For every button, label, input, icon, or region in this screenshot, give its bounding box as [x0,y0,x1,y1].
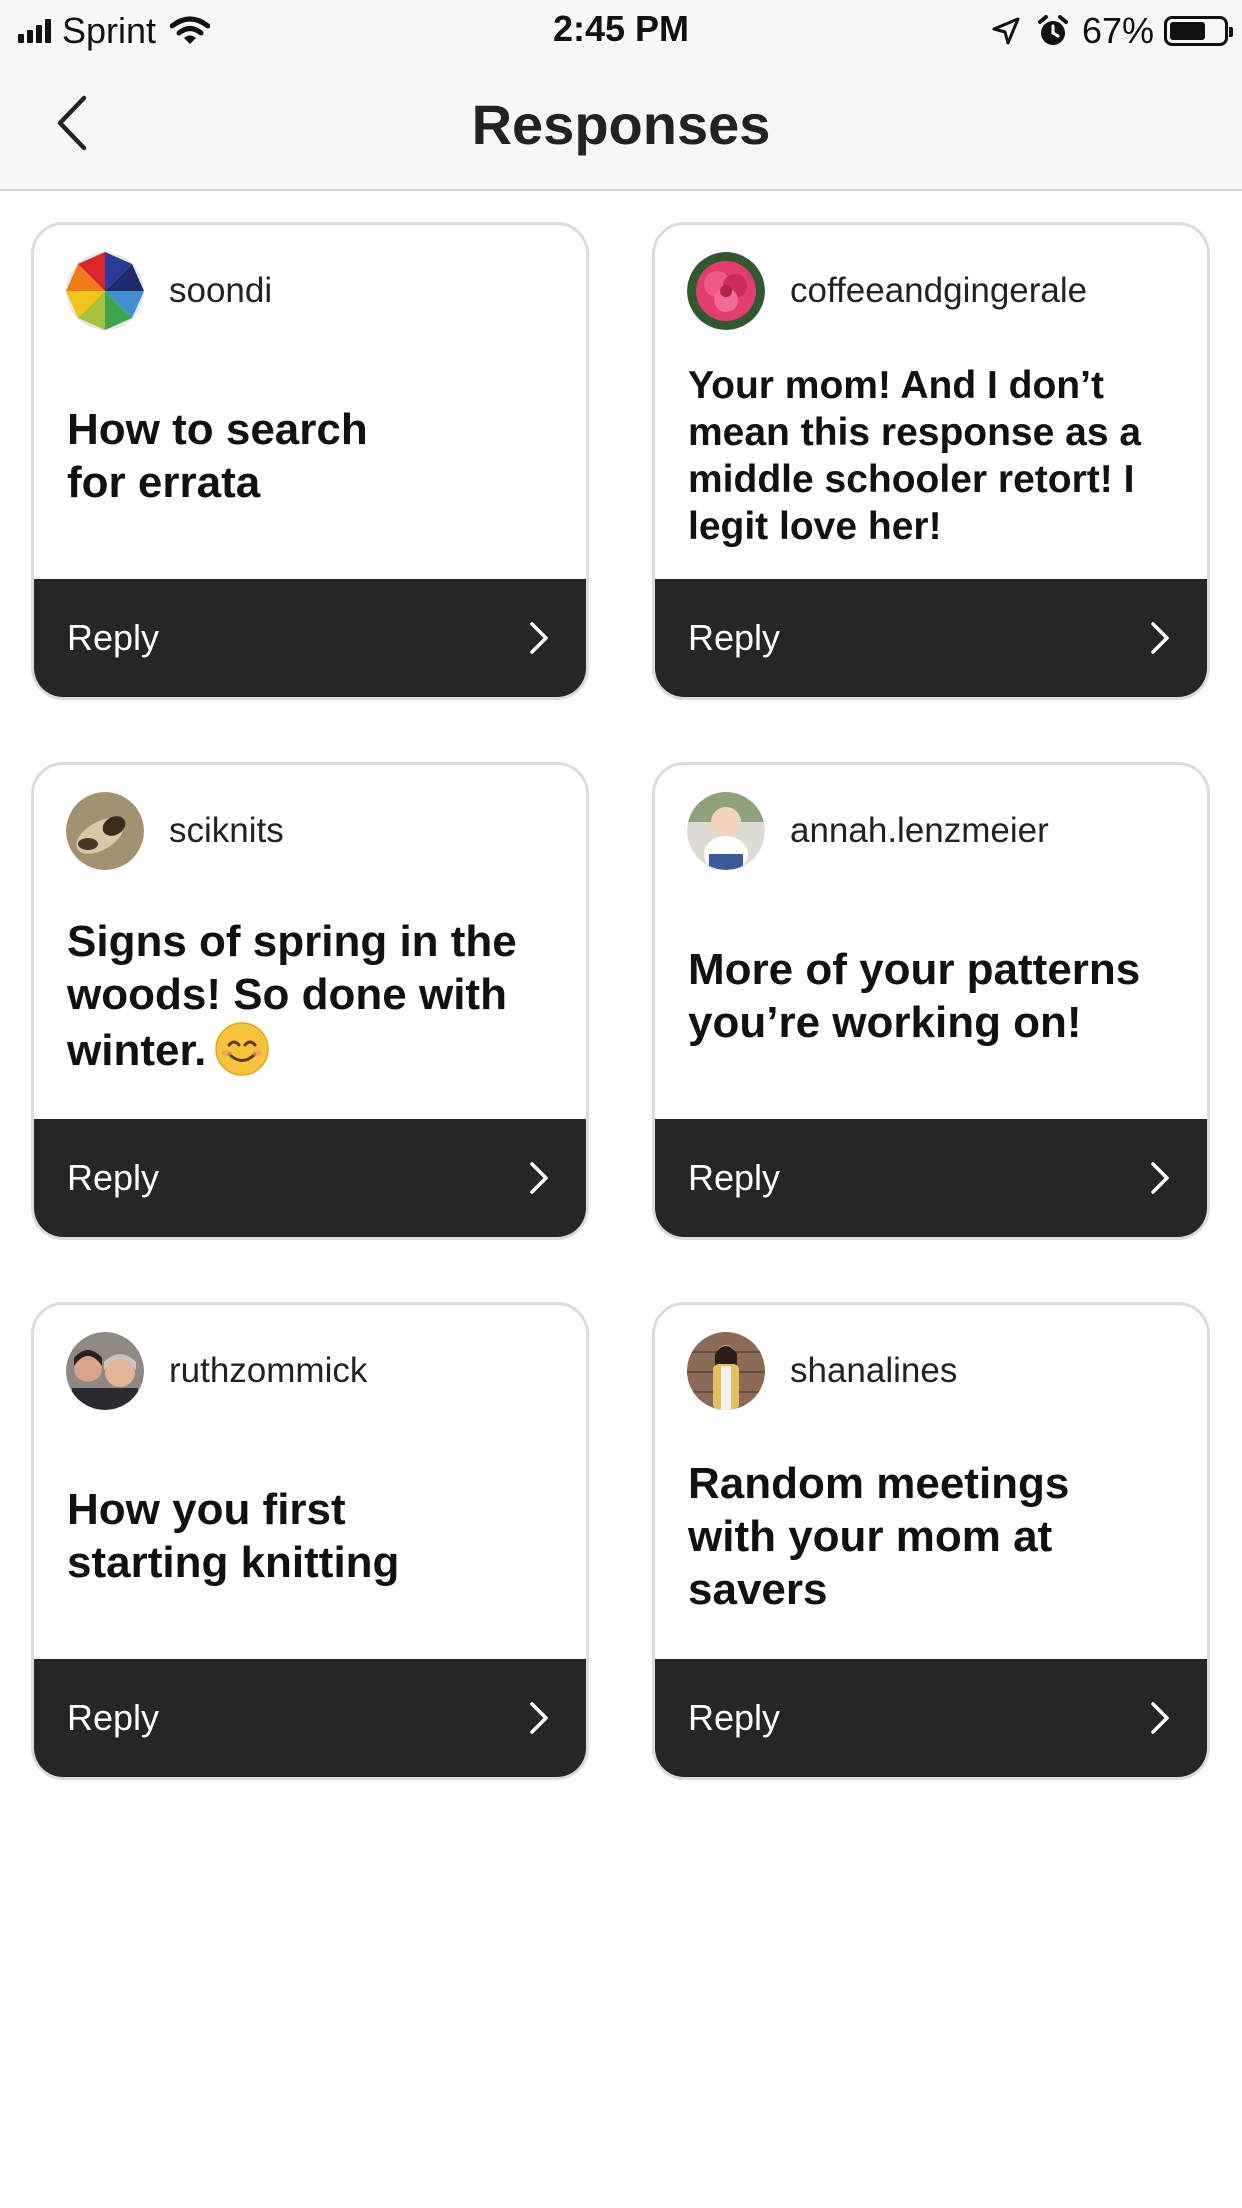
reply-label: Reply [67,617,160,658]
status-bar: Sprint 2:45 PM 67% [0,0,1242,62]
page-title: Responses [471,93,771,156]
card-body: Your mom! And I don’t mean this response… [688,330,1181,582]
response-card: coffeeandgingerale Your mom! And I don’t… [652,222,1210,700]
reply-button[interactable]: Reply [34,1659,586,1777]
reply-button[interactable]: Reply [655,579,1207,697]
card-header: sciknits [66,792,284,870]
prompt-text: More of your patterns you’re working on! [688,945,1141,1047]
response-card: soondi How to search for errata Reply [31,222,589,700]
avatar[interactable] [687,252,765,330]
chevron-right-icon [530,1702,548,1734]
prompt-text: Your mom! And I don’t mean this response… [688,364,1142,548]
card-header: soondi [66,252,272,330]
smiling-face-icon [215,1022,270,1076]
reply-label: Reply [67,1157,160,1198]
avatar[interactable] [687,1332,765,1410]
card-body: More of your patterns you’re working on! [688,870,1181,1122]
avatar[interactable] [687,792,765,870]
reply-button[interactable]: Reply [34,1119,586,1237]
chevron-right-icon [530,622,548,654]
response-card: annah.lenzmeier More of your patterns yo… [652,762,1210,1240]
chevron-right-icon [530,1162,548,1194]
prompt-text: Signs of spring in the woods! So done wi… [67,915,560,1077]
card-header: ruthzommick [66,1332,367,1410]
avatar[interactable] [66,1332,144,1410]
reply-button[interactable]: Reply [655,1659,1207,1777]
reply-button[interactable]: Reply [34,579,586,697]
card-body: How to search for errata [67,330,560,582]
chevron-right-icon [1151,1162,1169,1194]
nav-bar: Responses [0,62,1242,191]
reply-button[interactable]: Reply [655,1119,1207,1237]
card-header: shanalines [687,1332,957,1410]
location-arrow-icon [992,17,1020,45]
username[interactable]: soondi [169,271,272,311]
response-card: shanalines Random meetings with your mom… [652,1302,1210,1780]
card-body: Signs of spring in the woods! So done wi… [67,870,560,1122]
chevron-right-icon [1151,1702,1169,1734]
reply-label: Reply [67,1697,160,1738]
username[interactable]: sciknits [169,811,284,851]
chevron-right-icon [1151,622,1169,654]
card-header: coffeeandgingerale [687,252,1087,330]
prompt-text: Random meetings with your mom at savers [688,1458,1070,1614]
response-card: sciknits Signs of spring in the woods! S… [31,762,589,1240]
alarm-clock-icon [1037,15,1068,45]
card-header: annah.lenzmeier [687,792,1049,870]
battery-percent: 67% [1081,10,1154,51]
status-right: 67% [990,10,1233,52]
battery-icon [1164,16,1233,46]
username[interactable]: shanalines [790,1351,957,1391]
reply-label: Reply [688,617,781,658]
avatar[interactable] [66,792,144,870]
username[interactable]: ruthzommick [169,1351,367,1391]
card-body: How you first starting knitting [67,1410,560,1662]
reply-label: Reply [688,1157,781,1198]
response-card: ruthzommick How you first starting knitt… [31,1302,589,1780]
username[interactable]: annah.lenzmeier [790,811,1049,851]
card-body: Random meetings with your mom at savers [688,1410,1181,1662]
reply-label: Reply [688,1697,781,1738]
prompt-text: How to search for errata [67,405,368,507]
username[interactable]: coffeeandgingerale [790,271,1087,311]
prompt-text: How you first starting knitting [67,1485,400,1587]
prompt-text-content: Signs of spring in the woods! So done wi… [67,917,517,1075]
avatar[interactable] [66,252,144,330]
battery-level [1170,22,1205,40]
